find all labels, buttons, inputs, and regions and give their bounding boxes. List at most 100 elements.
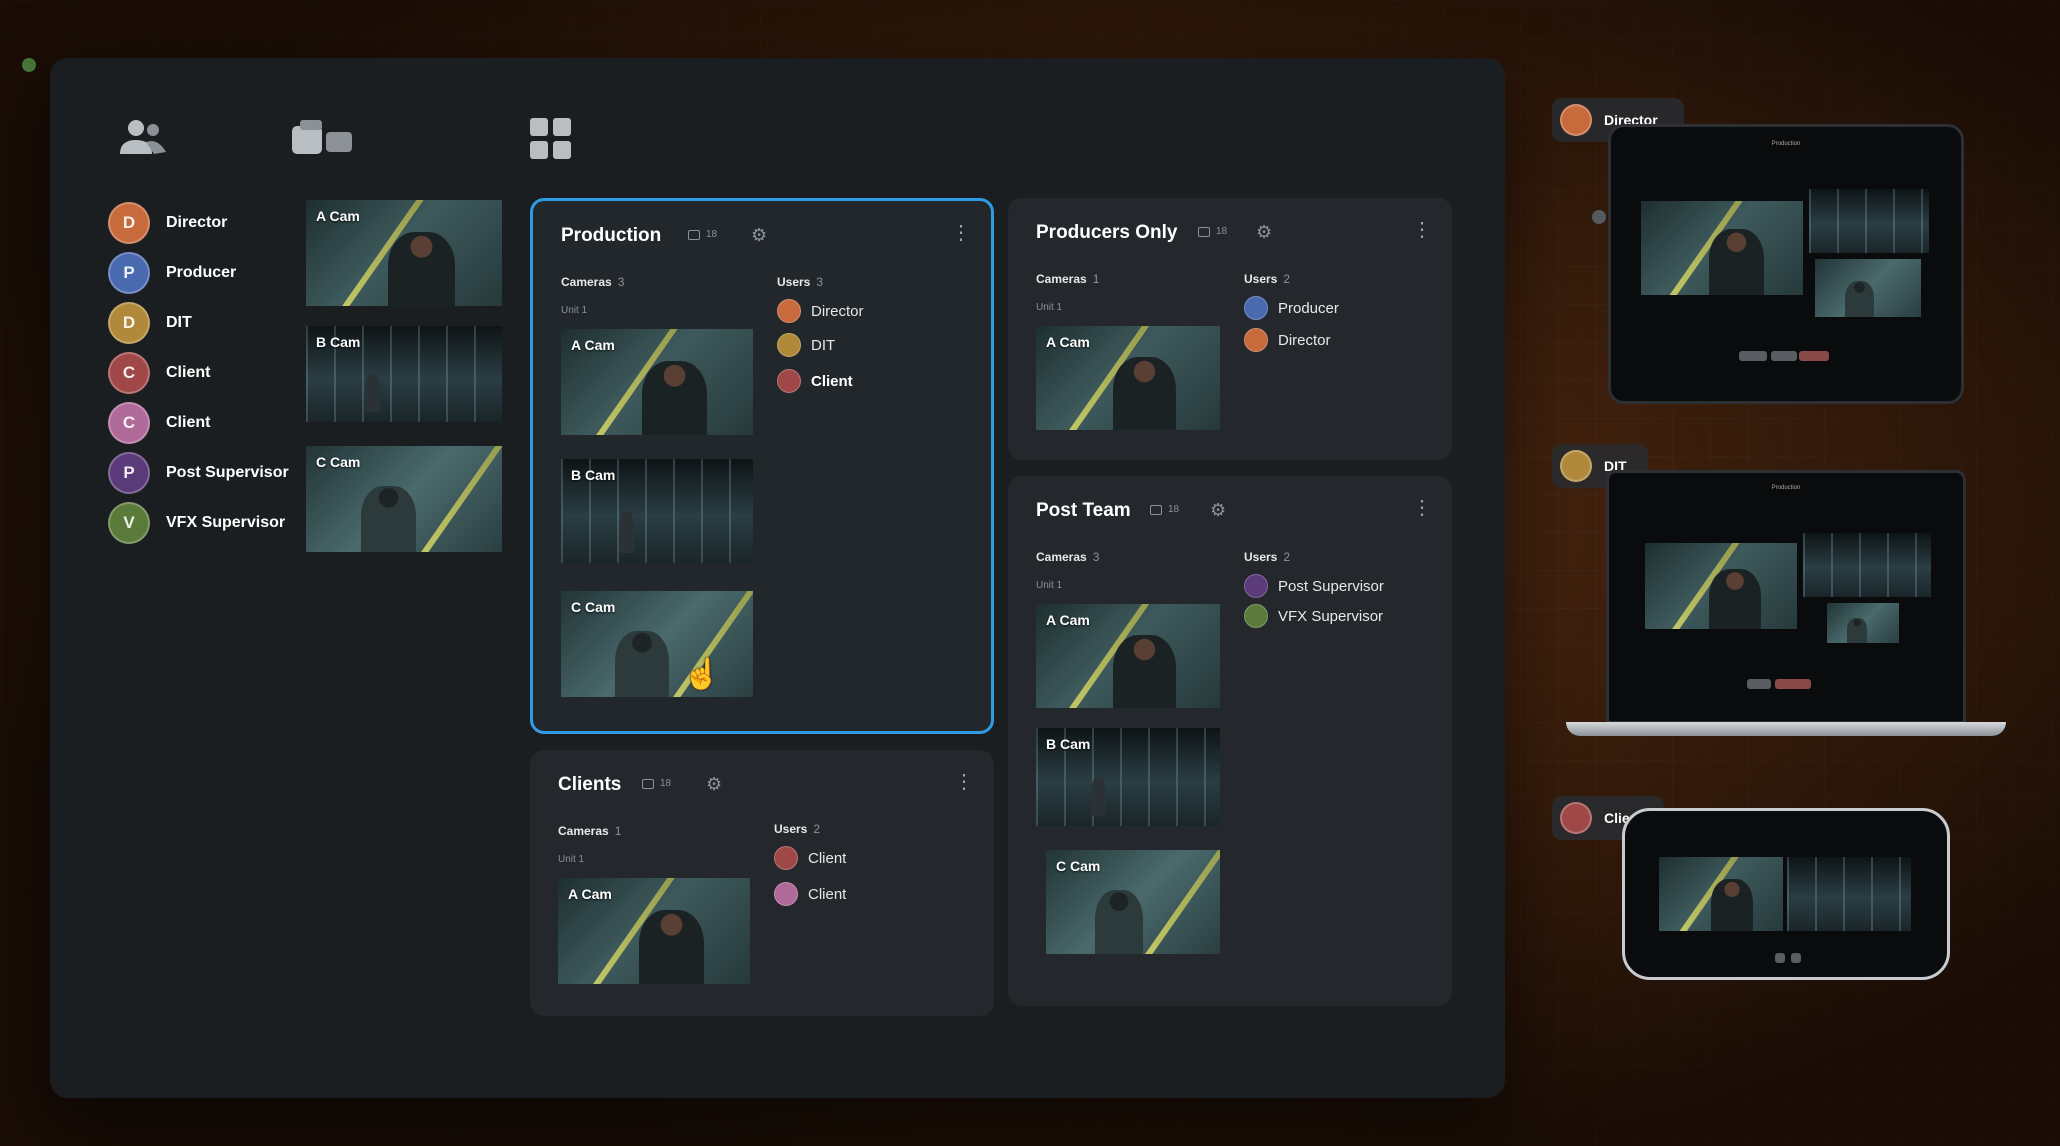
phone-preview[interactable] — [1622, 808, 1950, 980]
user-name: Producer — [166, 264, 237, 281]
control-button — [1739, 351, 1767, 361]
tablet-preview[interactable]: Production — [1608, 124, 1964, 404]
camera-item-c[interactable]: C Cam — [306, 446, 502, 552]
camera-label: B Cam — [571, 467, 616, 483]
cameras-label: Cameras 3 — [561, 275, 625, 289]
camera-thumb[interactable]: B Cam — [1036, 728, 1220, 826]
user-item[interactable]: D Director — [108, 198, 289, 248]
user-item[interactable]: D DIT — [108, 298, 289, 348]
camera-thumb[interactable]: A Cam — [1036, 326, 1220, 430]
camera-thumb — [1827, 603, 1899, 643]
member-item[interactable]: Director — [1244, 328, 1331, 352]
kebab-icon[interactable]: ⋮ — [954, 772, 974, 792]
member-item[interactable]: Client — [777, 369, 853, 393]
users-label: Users 3 — [777, 275, 824, 289]
avatar: P — [108, 252, 150, 294]
camera-label: A Cam — [571, 337, 615, 353]
camera-label: A Cam — [568, 886, 612, 902]
status-dot — [22, 58, 36, 72]
member-name: Director — [811, 302, 864, 320]
laptop-preview[interactable]: Production — [1606, 470, 1966, 724]
user-item[interactable]: C Client — [108, 398, 289, 448]
member-name: Producer — [1278, 299, 1339, 317]
kebab-icon[interactable]: ⋮ — [1412, 498, 1432, 518]
users-label: Users 2 — [1244, 272, 1291, 286]
member-name: Post Supervisor — [1278, 577, 1384, 595]
control-button — [1791, 953, 1801, 963]
member-name: VFX Supervisor — [1278, 607, 1384, 625]
avatar — [1560, 802, 1592, 834]
gear-icon[interactable]: ⚙ — [1210, 500, 1226, 521]
laptop-base — [1566, 722, 2006, 736]
control-button — [1771, 351, 1797, 361]
user-item[interactable]: V VFX Supervisor — [108, 498, 289, 548]
gear-icon[interactable]: ⚙ — [751, 225, 767, 246]
camera-item-a[interactable]: A Cam — [306, 200, 502, 306]
camera-thumb[interactable]: C Cam — [561, 591, 753, 697]
user-name: Post Supervisor — [166, 464, 289, 481]
camera-label: C Cam — [571, 599, 616, 615]
member-item[interactable]: Producer — [1244, 296, 1339, 320]
kebab-icon[interactable]: ⋮ — [951, 223, 971, 243]
camera-label: A Cam — [316, 208, 360, 224]
camera-thumb[interactable]: A Cam — [561, 329, 753, 435]
cameras-label: Cameras 1 — [1036, 272, 1100, 286]
group-card-clients[interactable]: Clients 18 ⚙ ⋮ Cameras 1 Unit 1 A Cam Use… — [530, 750, 994, 1016]
avatar: V — [108, 502, 150, 544]
avatar — [1244, 328, 1268, 352]
user-item[interactable]: P Post Supervisor — [108, 448, 289, 498]
member-item[interactable]: Post Supervisor — [1244, 574, 1384, 598]
avatar: C — [108, 402, 150, 444]
member-item[interactable]: DIT — [777, 333, 835, 357]
camera-thumb[interactable]: B Cam — [561, 459, 753, 563]
member-item[interactable]: Client — [774, 882, 846, 906]
camera-thumb[interactable]: C Cam — [1046, 850, 1220, 954]
user-item[interactable]: P Producer — [108, 248, 289, 298]
main-panel: D Director P Producer D DIT C Client C Client… — [50, 58, 1505, 1098]
control-button — [1747, 679, 1771, 689]
camera-item-b[interactable]: B Cam — [306, 326, 502, 422]
users-icon[interactable] — [118, 118, 168, 156]
group-count: 18 — [1150, 504, 1179, 515]
member-item[interactable]: Client — [774, 846, 846, 870]
user-name: DIT — [166, 314, 192, 331]
avatar — [1244, 574, 1268, 598]
user-name: Client — [166, 414, 211, 431]
group-card-producers[interactable]: Producers Only 18 ⚙ ⋮ Cameras 1 Unit 1 A … — [1008, 198, 1452, 460]
device-screen-title: Production — [1771, 141, 1801, 147]
cameras-icon[interactable] — [290, 118, 356, 160]
member-name: Client — [808, 885, 847, 903]
avatar: D — [108, 302, 150, 344]
group-card-production[interactable]: Production 18 ⚙ ⋮ Cameras 3 Unit 1 A Cam … — [530, 198, 994, 734]
user-item[interactable]: C Client — [108, 348, 289, 398]
grid-icon[interactable] — [530, 118, 572, 160]
camera-thumb — [1803, 533, 1931, 597]
control-button — [1775, 679, 1811, 689]
gear-icon[interactable]: ⚙ — [706, 774, 722, 795]
group-title: Production — [561, 225, 662, 246]
camera-thumb — [1645, 543, 1797, 629]
member-item[interactable]: VFX Supervisor — [1244, 604, 1383, 628]
camera-label: A Cam — [1046, 334, 1090, 350]
member-item[interactable]: Director — [777, 299, 864, 323]
camera-label: B Cam — [316, 334, 361, 350]
group-count: 18 — [1198, 226, 1227, 237]
kebab-icon[interactable]: ⋮ — [1412, 220, 1432, 240]
user-name: Client — [166, 364, 211, 381]
group-title: Producers Only — [1036, 222, 1178, 243]
camera-thumb[interactable]: A Cam — [1036, 604, 1220, 708]
hand-cursor-icon: ☝ — [683, 658, 721, 691]
member-name: Client — [811, 372, 853, 390]
avatar: D — [108, 202, 150, 244]
avatar — [1244, 604, 1268, 628]
gear-icon[interactable]: ⚙ — [1256, 222, 1272, 243]
group-card-post-team[interactable]: Post Team 18 ⚙ ⋮ Cameras 3 Unit 1 A Cam B… — [1008, 476, 1452, 1006]
camera-thumb[interactable]: A Cam — [558, 878, 750, 984]
user-name: VFX Supervisor — [166, 514, 286, 531]
camera-label: C Cam — [316, 454, 361, 470]
member-name: DIT — [811, 336, 836, 354]
avatar — [774, 846, 798, 870]
member-name: Director — [1278, 331, 1331, 349]
device-screen-title: Production — [1771, 485, 1801, 491]
avatar — [774, 882, 798, 906]
